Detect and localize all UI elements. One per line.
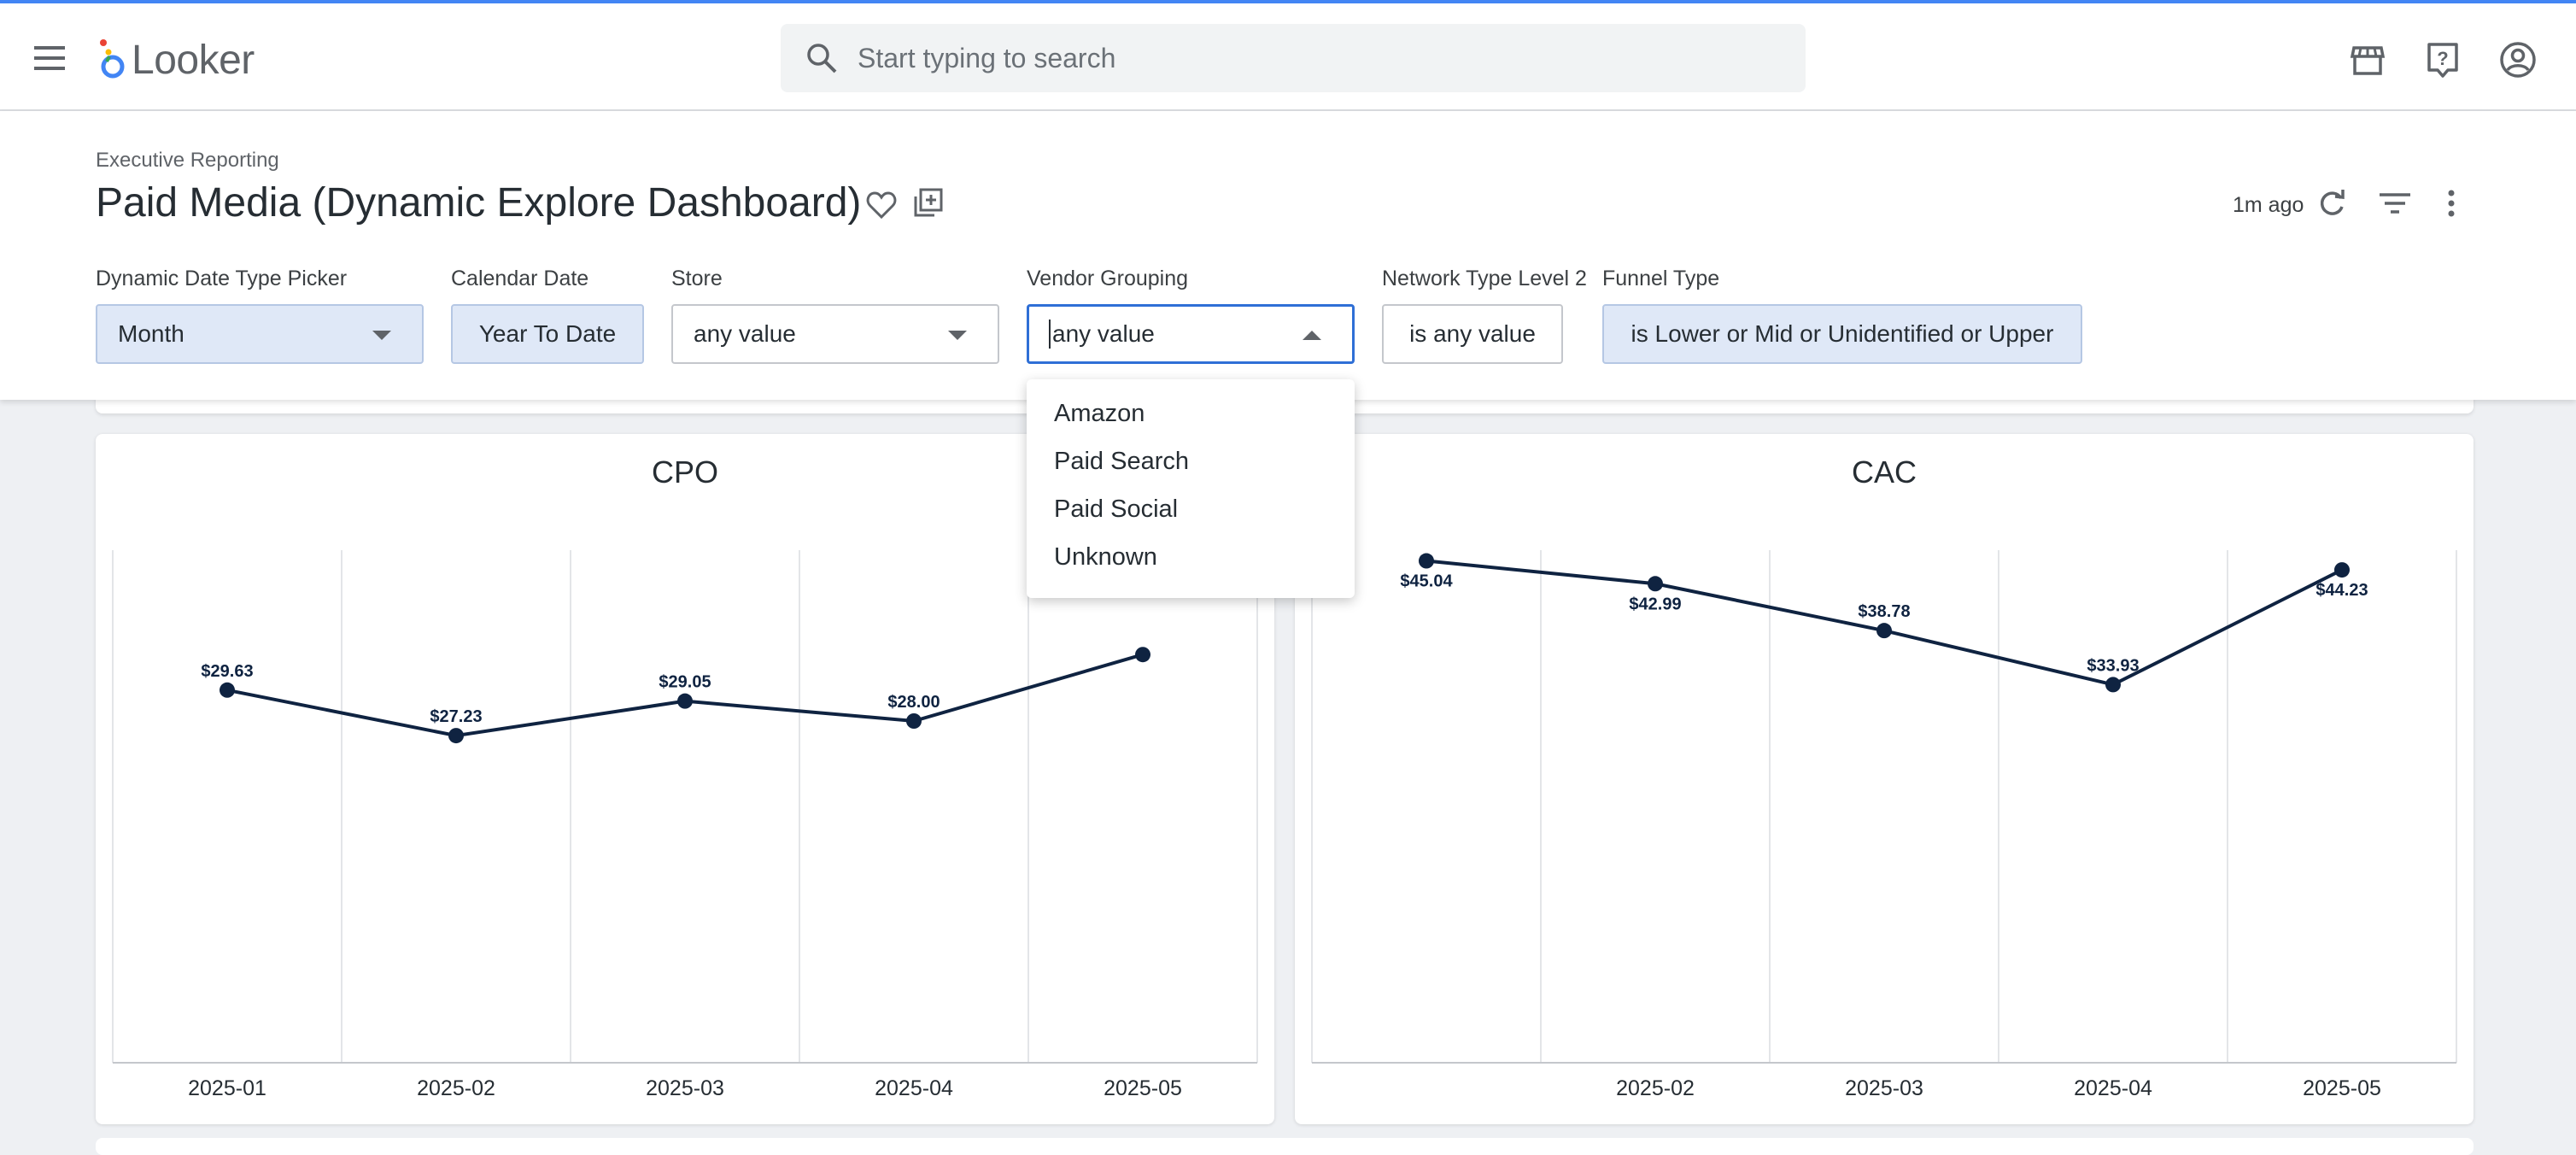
help-icon[interactable]: ?	[2422, 39, 2463, 80]
data-point	[906, 713, 922, 729]
looker-logo-icon	[100, 39, 125, 79]
filter-value: Month	[118, 320, 184, 347]
more-options-icon[interactable]	[2434, 186, 2468, 220]
data-point	[677, 693, 693, 709]
data-point	[1648, 576, 1663, 592]
chevron-down-icon	[372, 331, 391, 340]
filter-icon[interactable]	[2376, 186, 2414, 220]
refresh-icon[interactable]	[2315, 186, 2349, 220]
next-card-edge	[96, 1138, 2474, 1155]
filter-label-vendor-grouping: Vendor Grouping	[1027, 267, 1189, 290]
chart-title: CAC	[1851, 454, 1917, 490]
chart-card-cac: $45.04 $42.99 2025-02 $38.78 2025-03 $33.93 20…	[1295, 434, 2474, 1124]
data-label: $29.05	[659, 673, 711, 692]
favorite-icon[interactable]	[864, 188, 899, 222]
filter-label-funnel-type: Funnel Type	[1602, 267, 1720, 290]
filter-store[interactable]: any value	[671, 304, 999, 364]
marketplace-icon[interactable]	[2347, 39, 2388, 80]
data-point	[448, 728, 464, 744]
data-point	[1419, 553, 1434, 569]
chevron-down-icon	[948, 331, 967, 340]
looker-logo[interactable]: Looker	[96, 36, 255, 84]
dropdown-option-unknown[interactable]: Unknown	[1054, 543, 1157, 572]
data-label: $42.99	[1629, 595, 1681, 613]
x-tick-label: 2025-01	[188, 1076, 266, 1100]
page-title: Paid Media (Dynamic Explore Dashboard)	[96, 180, 862, 226]
x-tick-label: 2025-03	[646, 1076, 724, 1100]
data-point	[1135, 647, 1150, 663]
search-input[interactable]	[856, 41, 1782, 75]
global-search[interactable]	[781, 24, 1806, 92]
data-label: $27.23	[430, 707, 482, 726]
menu-icon[interactable]	[31, 43, 68, 73]
filter-value: is any value	[1409, 320, 1536, 347]
top-bar: Looker ?	[0, 3, 2576, 111]
cac-line-chart: $45.04 $42.99 2025-02 $38.78 2025-03 $33.93 20…	[1311, 550, 2457, 1100]
filter-date-type-picker[interactable]: Month	[96, 304, 424, 364]
logo-text: Looker	[132, 37, 255, 83]
x-tick-label: 2025-03	[1845, 1076, 1923, 1100]
x-tick-label: 2025-02	[1616, 1076, 1695, 1100]
dropdown-option-amazon[interactable]: Amazon	[1054, 400, 1145, 428]
filter-label-store: Store	[671, 267, 723, 290]
text-cursor	[1049, 320, 1051, 349]
data-label: $28.00	[887, 693, 940, 712]
filter-vendor-grouping[interactable]: any value	[1027, 304, 1355, 364]
x-tick-label: 2025-05	[1104, 1076, 1182, 1100]
last-updated: 1m ago	[2233, 193, 2304, 217]
filter-value: is Lower or Mid or Unidentified or Upper	[1630, 320, 2054, 347]
data-label: $45.04	[1400, 572, 1453, 591]
search-icon	[807, 44, 837, 73]
filter-calendar-date[interactable]: Year To Date	[451, 304, 644, 364]
dropdown-option-paid-social[interactable]: Paid Social	[1054, 495, 1178, 524]
x-tick-label: 2025-04	[875, 1076, 953, 1100]
x-tick-label: 2025-02	[417, 1076, 495, 1100]
data-label: $38.78	[1858, 602, 1910, 621]
data-label: $33.93	[2087, 656, 2139, 675]
data-label: $44.23	[2315, 581, 2368, 600]
data-point	[220, 682, 235, 698]
dropdown-option-paid-search[interactable]: Paid Search	[1054, 448, 1189, 476]
breadcrumb[interactable]: Executive Reporting	[96, 149, 279, 173]
filter-value: any value	[694, 320, 796, 347]
data-point	[1876, 623, 1892, 639]
filter-funnel-type[interactable]: is Lower or Mid or Unidentified or Upper	[1602, 304, 2082, 364]
vendor-grouping-dropdown: Amazon Paid Search Paid Social Unknown	[1027, 379, 1355, 598]
x-tick-label: 2025-04	[2074, 1076, 2152, 1100]
filter-value: any value	[1052, 320, 1155, 347]
account-icon[interactable]	[2497, 39, 2538, 80]
x-tick-label: 2025-05	[2303, 1076, 2381, 1100]
filter-label-date-type: Dynamic Date Type Picker	[96, 267, 348, 290]
chevron-up-icon	[1303, 331, 1321, 340]
svg-text:?: ?	[2437, 48, 2448, 69]
filter-network-type-level-2[interactable]: is any value	[1382, 304, 1563, 364]
add-to-board-icon[interactable]	[910, 186, 945, 220]
data-point	[2334, 562, 2350, 578]
filter-label-calendar-date: Calendar Date	[451, 267, 589, 290]
series-line	[1426, 559, 2343, 687]
data-label: $29.63	[201, 662, 253, 681]
data-point	[2105, 677, 2121, 693]
filter-label-network-type: Network Type Level 2	[1382, 267, 1587, 290]
filter-value: Year To Date	[478, 320, 617, 347]
